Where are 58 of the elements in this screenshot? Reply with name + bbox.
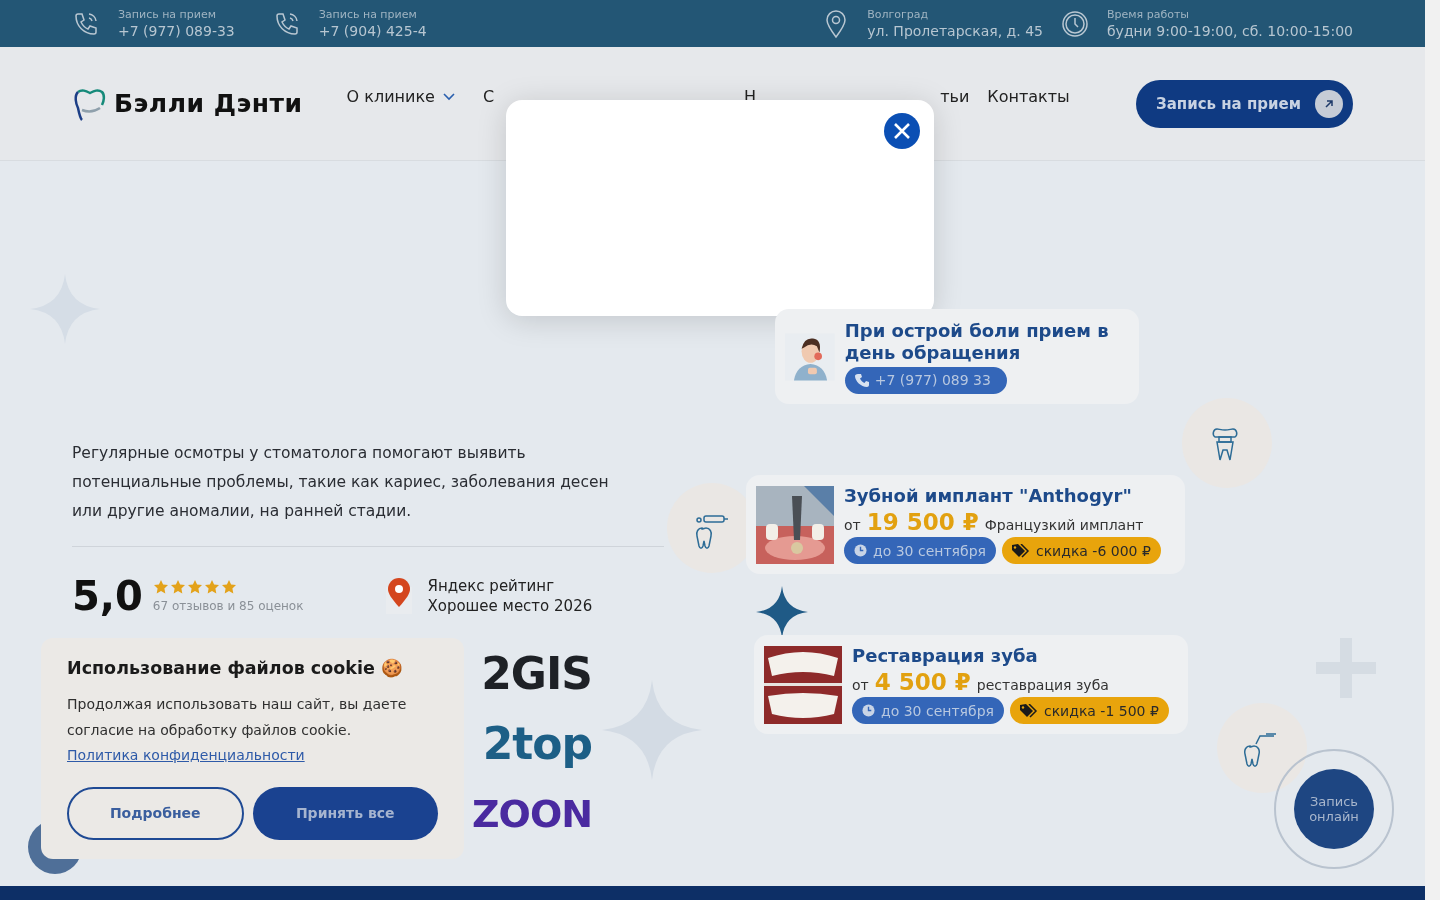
phone-link[interactable]: +7 (904) 425-4: [318, 23, 427, 39]
card-title: При острой боли прием в день обращения: [844, 319, 1110, 364]
nav-link[interactable]: С: [482, 87, 495, 106]
cookie-text: Продолжая использовать наш сайт, вы даете согласие на обработку файлов cookie. Политика конфиденциальности: [67, 695, 407, 765]
price-prefix: от: [844, 517, 861, 533]
star-icon: [203, 579, 220, 595]
logo-text[interactable]: Бэлли Дэнти: [114, 89, 303, 118]
rating-score: 5,0: [72, 573, 143, 619]
clock-icon: [854, 544, 867, 557]
clock-icon: [862, 704, 875, 717]
partner-logo[interactable]: 2top: [482, 715, 592, 773]
reviews-count: 67 отзывов и 85 оценок: [152, 599, 304, 613]
tags-icon: [1019, 703, 1038, 718]
star-icon: [186, 579, 203, 595]
phone-icon: [854, 373, 869, 387]
price-note: реставрация зуба: [976, 677, 1109, 693]
card-title: Реставрация зуба: [852, 645, 1039, 667]
contact-label: Запись на прием: [318, 8, 418, 21]
yandex-subtitle: Хорошее место 2026: [427, 596, 593, 616]
contact-label: Волгоград: [867, 8, 930, 21]
price-prefix: от: [852, 677, 869, 693]
phone-link[interactable]: +7 (977) 089-33: [118, 23, 235, 39]
nav-link[interactable]: О клинике: [346, 87, 455, 106]
yandex-title: Яндекс рейтинг: [427, 576, 556, 596]
discount-badge: скидка -6 000 ₽: [1001, 537, 1161, 564]
card-title: Зубной имплант "Anthogyr": [844, 485, 1133, 507]
price: 4 500 ₽: [874, 669, 971, 695]
deadline-badge: до 30 сентября: [852, 697, 1004, 724]
nav-link[interactable]: тьи: [940, 87, 970, 106]
contact-value: ул. Пролетарская, д. 45: [867, 23, 1043, 39]
contact-label: Время работы: [1107, 8, 1191, 21]
offer-card[interactable]: Зубной имплант "Anthogyr" от 19 500 ₽ Французкий имплант до 30 сентября скидка -6 000 ₽: [746, 475, 1185, 574]
close-button[interactable]: [884, 113, 920, 149]
chevron-down-icon: [442, 92, 455, 101]
close-icon: [893, 122, 911, 140]
star-icon: [220, 579, 237, 595]
sparkle-icon: [756, 586, 808, 638]
online-booking-button[interactable]: Запись онлайн: [1294, 769, 1374, 849]
price: 19 500 ₽: [866, 509, 979, 535]
discount-badge: скидка -1 500 ₽: [1009, 697, 1169, 724]
offer-card[interactable]: Реставрация зуба от 4 500 ₽ реставрация зуба до 30 сентября скидка -1 500 ₽: [754, 635, 1188, 734]
deadline-badge: до 30 сентября: [844, 537, 996, 564]
tags-icon: [1011, 543, 1030, 558]
appointment-button[interactable]: Запись на прием: [1136, 79, 1353, 128]
accept-button[interactable]: Принять все: [252, 786, 438, 840]
clock-icon: [1061, 9, 1089, 38]
star-icon: [169, 579, 186, 595]
star-icon: [152, 579, 169, 595]
description-text: Регулярные осмотры у стоматолога помогают выявить потенциальные проблемы, такие как кариес, заболевания десен или другие аномалии, на ранней стадии.: [72, 439, 664, 547]
contact-label: Запись на прием: [118, 8, 217, 21]
cookie-title: Использование файлов cookie 🍪: [67, 658, 404, 678]
details-button[interactable]: Подробнее: [67, 786, 244, 840]
privacy-link[interactable]: Политика конфиденциальности: [67, 747, 305, 763]
contact-value: будни 9:00-19:00, сб. 10:00-15:00: [1107, 23, 1353, 39]
partner-logo[interactable]: 2GIS: [481, 645, 592, 703]
partner-logo[interactable]: ZOON: [472, 785, 592, 843]
nav-link[interactable]: Контакты: [987, 87, 1070, 106]
price-note: Французкий имплант: [984, 517, 1144, 533]
